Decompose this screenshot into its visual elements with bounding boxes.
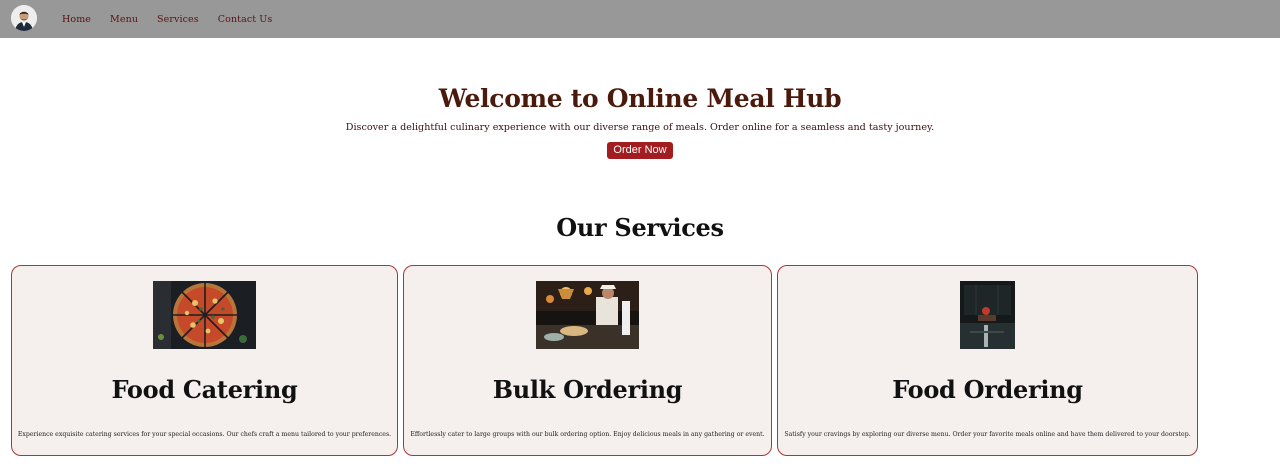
- service-card-food-catering: Food Catering Experience exquisite cater…: [11, 265, 398, 456]
- nav-link-menu[interactable]: Menu: [110, 14, 138, 25]
- service-card-bulk-ordering: Bulk Ordering Effortlessly cater to larg…: [403, 265, 772, 456]
- hero-subtitle: Discover a delightful culinary experienc…: [345, 122, 935, 133]
- services-title: Our Services: [556, 213, 724, 242]
- navbar: Home Menu Services Contact Us: [0, 0, 1280, 38]
- order-now-button[interactable]: Order Now: [607, 142, 673, 159]
- dark-restaurant-photo-icon: [960, 281, 1015, 349]
- pizza-image: [153, 281, 256, 349]
- pizza-photo-icon: [153, 281, 256, 349]
- user-avatar-icon: [11, 5, 37, 31]
- avatar[interactable]: [11, 5, 37, 31]
- card-description: Satisfy your cravings by exploring our d…: [784, 431, 1191, 438]
- nav-link-home[interactable]: Home: [62, 14, 91, 25]
- hero-title: Welcome to Online Meal Hub: [438, 84, 842, 113]
- card-title: Food Catering: [111, 375, 298, 404]
- kitchen-chef-photo-icon: [536, 281, 639, 349]
- card-description: Experience exquisite catering services f…: [17, 431, 392, 438]
- kitchen-image: [536, 281, 639, 349]
- service-card-food-ordering: Food Ordering Satisfy your cravings by e…: [777, 265, 1198, 456]
- nav-link-contact-us[interactable]: Contact Us: [218, 14, 273, 25]
- card-title: Food Ordering: [892, 375, 1083, 404]
- card-title: Bulk Ordering: [492, 375, 683, 404]
- nav-link-services[interactable]: Services: [157, 14, 199, 25]
- nav-links: Home Menu Services Contact Us: [62, 0, 291, 38]
- card-description: Effortlessly cater to large groups with …: [410, 431, 765, 438]
- restaurant-image: [960, 281, 1015, 349]
